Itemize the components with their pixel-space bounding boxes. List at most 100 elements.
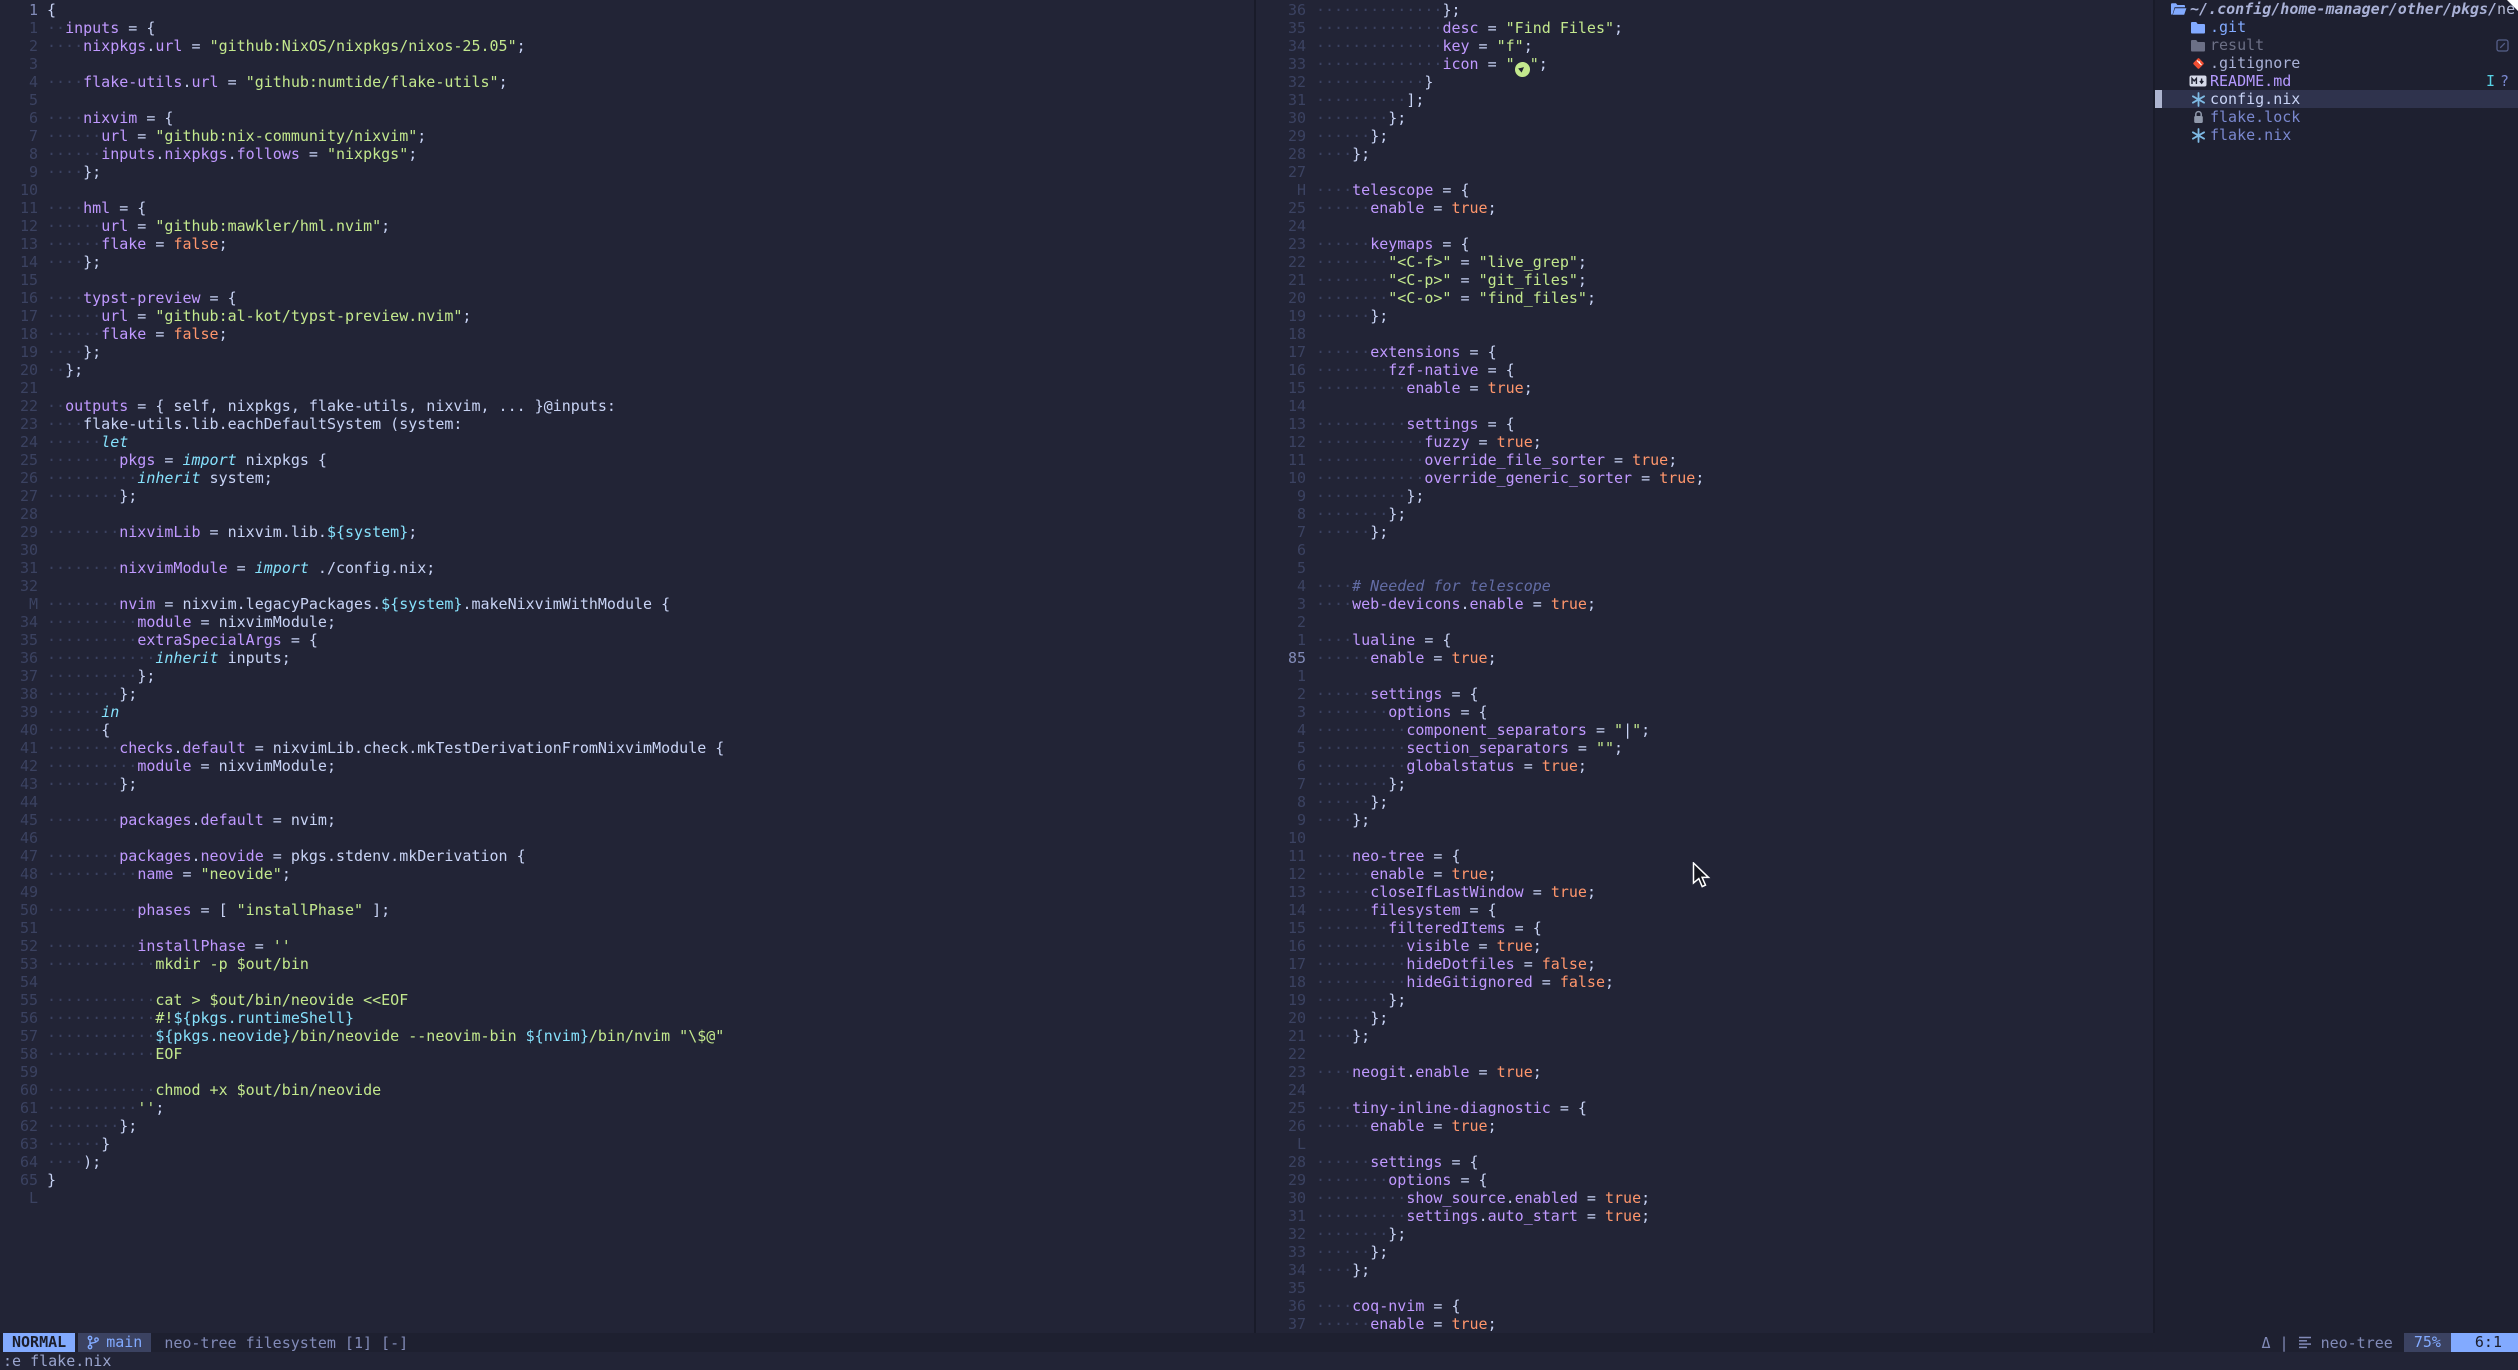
code-line[interactable]: 1{: [0, 1, 1254, 19]
tree-root[interactable]: ~/.config/home-manager/other/pkgs/ne: [2155, 0, 2518, 18]
code-line[interactable]: 54: [0, 973, 1254, 991]
code-line[interactable]: 5: [0, 91, 1254, 109]
code-line[interactable]: 16····typst-preview = {: [0, 289, 1254, 307]
code-line[interactable]: 44: [0, 793, 1254, 811]
code-line[interactable]: 35··············desc = "Find Files";: [1256, 19, 2153, 37]
code-line[interactable]: 24: [1256, 217, 2153, 235]
code-line[interactable]: 3: [0, 55, 1254, 73]
code-line[interactable]: 23······keymaps = {: [1256, 235, 2153, 253]
code-line[interactable]: 10············override_generic_sorter = …: [1256, 469, 2153, 487]
code-line[interactable]: 21········"<C-p>" = "git_files";: [1256, 271, 2153, 289]
code-line[interactable]: 22········"<C-f>" = "live_grep";: [1256, 253, 2153, 271]
code-line[interactable]: 34····};: [1256, 1261, 2153, 1279]
code-line[interactable]: 31··········settings.auto_start = true;: [1256, 1207, 2153, 1225]
tree-item-gitignore[interactable]: .gitignore: [2155, 54, 2518, 72]
code-line[interactable]: 16········fzf-native = {: [1256, 361, 2153, 379]
code-line[interactable]: M········nvim = nixvim.legacyPackages.${…: [0, 595, 1254, 613]
code-line[interactable]: 22: [1256, 1045, 2153, 1063]
code-line[interactable]: 14······filesystem = {: [1256, 901, 2153, 919]
code-line[interactable]: 61··········'';: [0, 1099, 1254, 1117]
code-line[interactable]: 27········};: [0, 487, 1254, 505]
code-line[interactable]: 11····hml = {: [0, 199, 1254, 217]
code-line[interactable]: 1····lualine = {: [1256, 631, 2153, 649]
code-line[interactable]: 9····};: [0, 163, 1254, 181]
code-line[interactable]: 63······}: [0, 1135, 1254, 1153]
code-line[interactable]: 34··········module = nixvimModule;: [0, 613, 1254, 631]
code-line[interactable]: 9····};: [1256, 811, 2153, 829]
code-line[interactable]: H····telescope = {: [1256, 181, 2153, 199]
code-line[interactable]: 10: [0, 181, 1254, 199]
code-line[interactable]: 8········};: [1256, 505, 2153, 523]
code-line[interactable]: 49: [0, 883, 1254, 901]
tree-item-readme-md[interactable]: README.mdI?: [2155, 72, 2518, 90]
neo-tree-panel[interactable]: ~/.config/home-manager/other/pkgs/ne.git…: [2155, 0, 2518, 1333]
code-line[interactable]: 55············cat > $out/bin/neovide <<E…: [0, 991, 1254, 1009]
code-line[interactable]: 30··········show_source.enabled = true;: [1256, 1189, 2153, 1207]
code-line[interactable]: 51: [0, 919, 1254, 937]
code-line[interactable]: 26······enable = true;: [1256, 1117, 2153, 1135]
code-line[interactable]: 17······url = "github:al-kot/typst-previ…: [0, 307, 1254, 325]
code-line[interactable]: 18··········hideGitignored = false;: [1256, 973, 2153, 991]
code-line[interactable]: 29······};: [1256, 127, 2153, 145]
tree-item-flake-nix[interactable]: flake.nix: [2155, 126, 2518, 144]
code-line[interactable]: L: [0, 1189, 1254, 1207]
code-line[interactable]: 8······};: [1256, 793, 2153, 811]
code-line[interactable]: 37··········};: [0, 667, 1254, 685]
code-line[interactable]: 5: [1256, 559, 2153, 577]
code-line[interactable]: 3········options = {: [1256, 703, 2153, 721]
code-line[interactable]: 85······enable = true;: [1256, 649, 2153, 667]
code-line[interactable]: 9··········};: [1256, 487, 2153, 505]
code-line[interactable]: 1··inputs = {: [0, 19, 1254, 37]
command-line[interactable]: :e flake.nix: [3, 1352, 111, 1370]
tree-item-result[interactable]: result: [2155, 36, 2518, 54]
editor-pane-right[interactable]: 36··············};35··············desc =…: [1256, 1, 2153, 1333]
code-line[interactable]: 41········checks.default = nixvimLib.che…: [0, 739, 1254, 757]
code-line[interactable]: 48··········name = "neovide";: [0, 865, 1254, 883]
code-line[interactable]: 58············EOF: [0, 1045, 1254, 1063]
code-line[interactable]: 3····web-devicons.enable = true;: [1256, 595, 2153, 613]
code-line[interactable]: 57············${pkgs.neovide}/bin/neovid…: [0, 1027, 1254, 1045]
code-line[interactable]: 21: [0, 379, 1254, 397]
code-line[interactable]: 52··········installPhase = '': [0, 937, 1254, 955]
code-line[interactable]: 23····neogit.enable = true;: [1256, 1063, 2153, 1081]
code-line[interactable]: 8······inputs.nixpkgs.follows = "nixpkgs…: [0, 145, 1254, 163]
tree-item-flake-lock[interactable]: flake.lock: [2155, 108, 2518, 126]
code-line[interactable]: 7······url = "github:nix-community/nixvi…: [0, 127, 1254, 145]
code-line[interactable]: 29········options = {: [1256, 1171, 2153, 1189]
code-line[interactable]: 5··········section_separators = "";: [1256, 739, 2153, 757]
code-line[interactable]: 7········};: [1256, 775, 2153, 793]
code-line[interactable]: 28: [0, 505, 1254, 523]
code-line[interactable]: 7······};: [1256, 523, 2153, 541]
code-line[interactable]: 25········pkgs = import nixpkgs {: [0, 451, 1254, 469]
code-line[interactable]: 14: [1256, 397, 2153, 415]
code-line[interactable]: 28······settings = {: [1256, 1153, 2153, 1171]
code-line[interactable]: 36····coq-nvim = {: [1256, 1297, 2153, 1315]
code-line[interactable]: 40······{: [0, 721, 1254, 739]
code-line[interactable]: 46: [0, 829, 1254, 847]
code-line[interactable]: 59: [0, 1063, 1254, 1081]
code-line[interactable]: 12············fuzzy = true;: [1256, 433, 2153, 451]
code-line[interactable]: 22··outputs = { self, nixpkgs, flake-uti…: [0, 397, 1254, 415]
code-line[interactable]: 21····};: [1256, 1027, 2153, 1045]
code-line[interactable]: 45········packages.default = nvim;: [0, 811, 1254, 829]
code-line[interactable]: 6··········globalstatus = true;: [1256, 757, 2153, 775]
code-line[interactable]: 6: [1256, 541, 2153, 559]
code-line[interactable]: 2: [1256, 613, 2153, 631]
code-line[interactable]: 19····};: [0, 343, 1254, 361]
code-line[interactable]: 28····};: [1256, 145, 2153, 163]
git-branch-segment[interactable]: main: [78, 1333, 151, 1352]
code-line[interactable]: 10: [1256, 829, 2153, 847]
code-line[interactable]: 14····};: [0, 253, 1254, 271]
editor-pane-left[interactable]: 1{1··inputs = {2····nixpkgs.url = "githu…: [0, 1, 1254, 1207]
code-line[interactable]: 27: [1256, 163, 2153, 181]
tree-item-git[interactable]: .git: [2155, 18, 2518, 36]
code-line[interactable]: 13··········settings = {: [1256, 415, 2153, 433]
code-line[interactable]: 1: [1256, 667, 2153, 685]
code-line[interactable]: 15··········enable = true;: [1256, 379, 2153, 397]
code-line[interactable]: 32············}: [1256, 73, 2153, 91]
code-line[interactable]: 35··········extraSpecialArgs = {: [0, 631, 1254, 649]
code-line[interactable]: 11············override_file_sorter = tru…: [1256, 451, 2153, 469]
code-line[interactable]: 13······flake = false;: [0, 235, 1254, 253]
code-line[interactable]: 38········};: [0, 685, 1254, 703]
code-line[interactable]: 4··········component_separators = "|";: [1256, 721, 2153, 739]
